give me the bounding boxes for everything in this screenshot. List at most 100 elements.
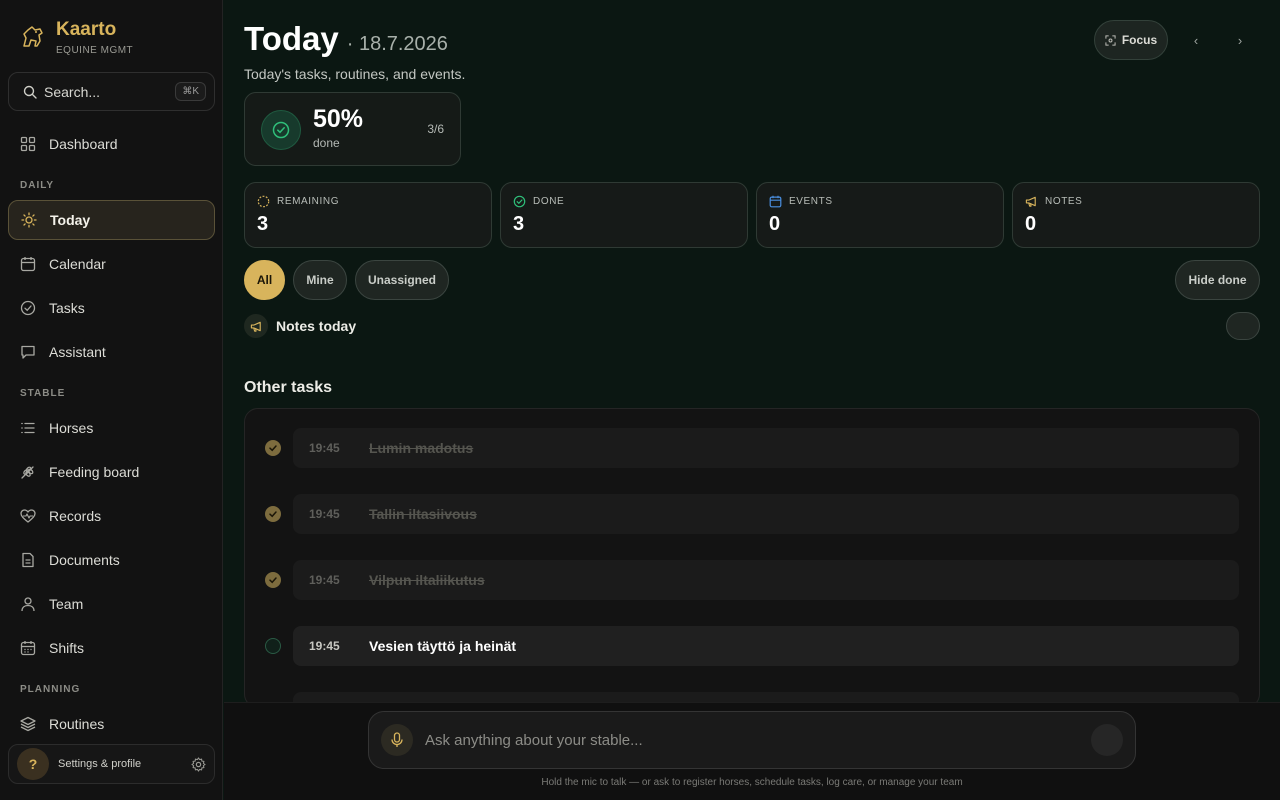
megaphone-icon [1025, 196, 1036, 207]
sidebar-item-records[interactable]: Records [8, 496, 215, 536]
calendar-icon [769, 195, 782, 208]
loader-icon [257, 195, 270, 208]
progress-count: 3/6 [427, 122, 444, 136]
stat-label: REMAINING [277, 196, 340, 207]
search-placeholder: Search... [44, 83, 101, 100]
check-circle-icon [20, 300, 36, 316]
check-icon [269, 445, 277, 452]
sidebar-item-calendar[interactable]: Calendar [8, 244, 215, 284]
sidebar-item-label: Today [50, 212, 91, 228]
task-row[interactable]: 19:45 Lumin madotus [245, 428, 1259, 468]
task-checkbox[interactable] [265, 572, 281, 588]
task-time: 19:45 [309, 507, 340, 521]
horse-logo-icon [23, 26, 43, 47]
mic-icon [391, 732, 403, 747]
stat-label: DONE [533, 196, 565, 207]
prev-day-button[interactable]: ‹ [1184, 28, 1208, 52]
progress-card: 50% done 3/6 [244, 92, 461, 166]
user-icon [21, 597, 35, 612]
stat-done: DONE 3 [500, 182, 748, 248]
sidebar: Kaarto EQUINE MGMT Search... ⌘K Dashboar… [0, 0, 223, 800]
sidebar-item-assistant[interactable]: Assistant [8, 332, 215, 372]
sidebar-item-horses[interactable]: Horses [8, 408, 215, 448]
stat-events: EVENTS 0 [756, 182, 1004, 248]
task-item[interactable]: 19:45 Vilpun iltaliikutus [293, 560, 1239, 600]
document-icon [22, 552, 34, 568]
sidebar-item-label: Calendar [49, 256, 106, 272]
sidebar-item-documents[interactable]: Documents [8, 540, 215, 580]
task-checkbox[interactable] [265, 506, 281, 522]
sidebar-item-label: Assistant [49, 344, 106, 360]
search-input[interactable]: Search... ⌘K [8, 72, 215, 111]
stat-label: NOTES [1045, 196, 1083, 207]
send-button[interactable] [1091, 724, 1123, 756]
task-row[interactable]: 19:45 Vesien täyttö ja heinät [245, 626, 1259, 666]
task-item[interactable]: 19:45 Tallin iltasiivous [293, 494, 1239, 534]
wheat-icon [21, 466, 34, 479]
task-time: 19:45 [309, 441, 340, 455]
sun-icon [21, 212, 37, 228]
sidebar-item-label: Shifts [49, 640, 85, 656]
sidebar-item-team[interactable]: Team [8, 584, 215, 624]
nav-section-daily: DAILY [20, 180, 55, 191]
task-row[interactable]: 19:45 Vilpun iltaliikutus [245, 560, 1259, 600]
task-time: 19:45 [309, 639, 340, 653]
sidebar-item-label: Dashboard [49, 136, 118, 152]
check-icon [269, 577, 277, 584]
section-title-other-tasks: Other tasks [244, 379, 333, 396]
filter-mine-button[interactable]: Mine [293, 260, 347, 300]
assistant-hint: Hold the mic to talk — or ask to registe… [541, 777, 963, 788]
task-name: Lumin madotus [369, 440, 474, 456]
sidebar-item-label: Horses [49, 420, 94, 436]
sidebar-item-routines[interactable]: Routines [8, 704, 215, 744]
gear-icon[interactable] [191, 756, 206, 772]
progress-ring [261, 110, 301, 150]
focus-icon [1105, 34, 1116, 46]
stat-value: 0 [769, 213, 781, 235]
brand[interactable]: Kaarto EQUINE MGMT [20, 20, 133, 56]
mic-button[interactable] [381, 724, 413, 756]
task-checkbox[interactable] [265, 638, 281, 654]
search-icon [23, 85, 37, 99]
task-row[interactable]: 19:45 Tallin iltasiivous [245, 494, 1259, 534]
layers-icon [20, 716, 36, 732]
search-shortcut: ⌘K [175, 82, 206, 101]
hide-done-button[interactable]: Hide done [1175, 260, 1260, 300]
focus-button[interactable]: Focus [1094, 20, 1168, 60]
task-time: 19:45 [309, 573, 340, 587]
heart-pulse-icon [20, 509, 36, 523]
task-item[interactable]: 19:45 Lumin madotus [293, 428, 1239, 468]
sidebar-item-label: Team [49, 596, 84, 612]
task-checkbox[interactable] [265, 440, 281, 456]
main-content: Today · 18.7.2026 Today's tasks, routine… [224, 0, 1280, 800]
filter-unassigned-button[interactable]: Unassigned [355, 260, 449, 300]
check-circle-icon [513, 195, 526, 208]
task-name: Vilpun iltaliikutus [369, 572, 485, 588]
sidebar-item-feeding-board[interactable]: Feeding board [8, 452, 215, 492]
focus-label: Focus [1121, 33, 1158, 47]
sidebar-item-shifts[interactable]: Shifts [8, 628, 215, 668]
filter-all-button[interactable]: All [244, 260, 285, 300]
sidebar-item-dashboard[interactable]: Dashboard [8, 124, 215, 164]
notes-today-label: Notes today [276, 318, 357, 334]
dashboard-icon [20, 136, 36, 152]
settings-profile-button[interactable]: ? Settings & profile [8, 744, 215, 784]
stat-label: EVENTS [789, 196, 833, 207]
notes-today-header[interactable]: Notes today [244, 314, 356, 338]
stat-value: 0 [1025, 213, 1037, 235]
ask-input[interactable]: Ask anything about your stable... [368, 711, 1136, 769]
megaphone-icon [244, 314, 268, 338]
task-item[interactable]: 19:45 Vesien täyttö ja heinät [293, 626, 1239, 666]
next-day-button[interactable]: › [1228, 28, 1252, 52]
sidebar-item-label: Feeding board [49, 464, 140, 480]
sidebar-item-label: Documents [49, 552, 120, 568]
sidebar-item-tasks[interactable]: Tasks [8, 288, 215, 328]
stat-value: 3 [513, 213, 525, 235]
sidebar-item-today[interactable]: Today [8, 200, 215, 240]
sidebar-item-label: Records [49, 508, 102, 524]
stat-remaining: REMAINING 3 [244, 182, 492, 248]
notes-toggle-button[interactable] [1226, 312, 1260, 340]
nav-section-stable: STABLE [20, 388, 66, 399]
assistant-bar: Ask anything about your stable... Hold t… [224, 702, 1280, 800]
stat-notes: NOTES 0 [1012, 182, 1260, 248]
